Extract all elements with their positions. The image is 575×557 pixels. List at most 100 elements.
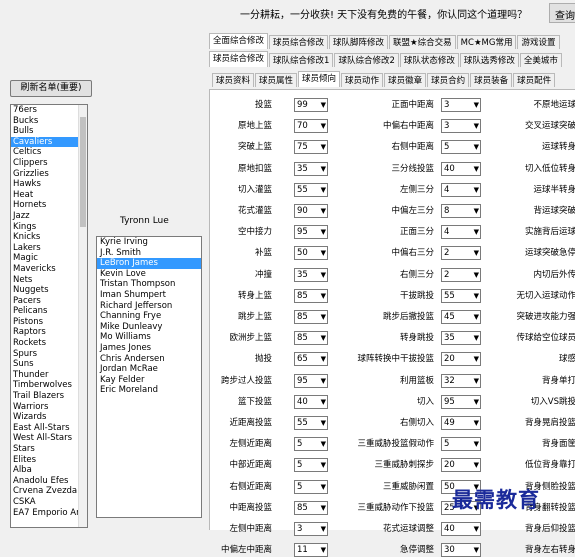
main-tab[interactable]: 游戏设置 (517, 35, 560, 49)
player-tab[interactable]: 球员配件 (513, 73, 556, 87)
sub-tab[interactable]: 全美城市 (519, 53, 562, 67)
sub-tab[interactable]: 球队选秀修改 (459, 53, 519, 67)
player-list-item[interactable]: J.R. Smith (97, 248, 201, 259)
team-list-item[interactable]: Thunder (11, 370, 87, 381)
main-tab[interactable]: MC★MG常用 (456, 35, 517, 49)
team-list-item[interactable]: East All-Stars (11, 423, 87, 434)
attr-value-select[interactable]: 5 ▼ (294, 437, 328, 452)
team-list-item[interactable]: Hawks (11, 179, 87, 190)
attr-value-select[interactable]: 20 ▼ (441, 458, 481, 473)
team-list-item[interactable]: EA7 Emporio Ar (11, 508, 87, 519)
attr-value-select[interactable]: 2 ▼ (441, 267, 481, 282)
attr-value-select[interactable]: 4 ▼ (441, 225, 481, 240)
attr-value-select[interactable]: 45 ▼ (441, 310, 481, 324)
attr-value-select[interactable]: 5 ▼ (294, 479, 328, 494)
attr-value-select[interactable]: 32 ▼ (441, 373, 481, 388)
attr-value-select[interactable]: 20 ▼ (441, 352, 481, 367)
attr-value-select[interactable]: 5 ▼ (441, 140, 481, 155)
player-tab[interactable]: 球员徽章 (384, 73, 427, 87)
attr-value-select[interactable]: 3 ▼ (294, 522, 328, 536)
team-list-item[interactable]: Grizzlies (11, 169, 87, 180)
attr-value-select[interactable]: 65 ▼ (294, 352, 328, 367)
team-list-item[interactable]: Lakers (11, 243, 87, 254)
team-list-item[interactable]: Suns (11, 359, 87, 370)
player-list-item[interactable]: Tristan Thompson (97, 279, 201, 290)
attr-value-select[interactable]: 30 ▼ (441, 543, 481, 557)
team-list-item[interactable]: Pistons (11, 317, 87, 328)
attr-value-select[interactable]: 3 ▼ (441, 119, 481, 134)
player-tab[interactable]: 球员倾向 (298, 71, 341, 87)
attr-value-select[interactable]: 3 ▼ (441, 98, 481, 112)
team-list-item[interactable]: Elites (11, 455, 87, 466)
attr-value-select[interactable]: 40 ▼ (441, 522, 481, 536)
player-list-item[interactable]: Mike Dunleavy (97, 322, 201, 333)
attr-value-select[interactable]: 99 ▼ (294, 98, 328, 112)
team-list-item[interactable]: Jazz (11, 211, 87, 222)
attr-value-select[interactable]: 55 ▼ (294, 182, 328, 197)
attr-value-select[interactable]: 4 ▼ (441, 182, 481, 197)
attr-value-select[interactable]: 55 ▼ (294, 416, 328, 430)
team-list-item[interactable]: Timberwolves (11, 380, 87, 391)
attr-value-select[interactable]: 11 ▼ (294, 543, 328, 557)
attr-value-select[interactable]: 49 ▼ (441, 416, 481, 430)
team-list-item[interactable]: Rockets (11, 338, 87, 349)
attr-value-select[interactable]: 8 ▼ (441, 204, 481, 218)
attr-value-select[interactable]: 5 ▼ (441, 437, 481, 452)
team-list-item[interactable]: Bucks (11, 116, 87, 127)
attr-value-select[interactable]: 85 ▼ (294, 331, 328, 346)
team-list-item[interactable]: Heat (11, 190, 87, 201)
refresh-roster-button[interactable]: 刷新名单(重要) (10, 80, 92, 97)
player-list[interactable]: Kyrie Irving J.R. Smith LeBron James Kevin … (96, 236, 202, 518)
sub-tab[interactable]: 球队综合修改1 (269, 53, 334, 67)
team-list[interactable]: 76ers Bucks Bulls Cavaliers Celtics Clippers G… (10, 104, 88, 528)
attr-value-select[interactable]: 5 ▼ (294, 458, 328, 473)
query-button[interactable]: 查询 (549, 3, 575, 23)
attr-value-select[interactable]: 95 ▼ (294, 225, 328, 240)
attr-value-select[interactable]: 70 ▼ (294, 119, 328, 134)
sub-tab[interactable]: 球员综合修改 (209, 51, 269, 67)
player-tab[interactable]: 球员合约 (427, 73, 470, 87)
main-tab[interactable]: 球队脚阵修改 (329, 35, 389, 49)
team-list-item[interactable]: Cavaliers (11, 136, 87, 148)
team-list-item[interactable]: Wizards (11, 412, 87, 423)
attr-value-select[interactable]: 55 ▼ (441, 288, 481, 303)
attr-value-select[interactable]: 75 ▼ (294, 140, 328, 155)
team-list-item[interactable]: Trail Blazers (11, 391, 87, 402)
team-list-item[interactable]: Nets (11, 275, 87, 286)
attr-value-select[interactable]: 85 ▼ (294, 288, 328, 303)
sub-tab[interactable]: 球队状态修改 (399, 53, 459, 67)
attr-value-select[interactable]: 35 ▼ (441, 331, 481, 346)
team-list-item[interactable]: Bulls (11, 126, 87, 137)
attr-value-select[interactable]: 95 ▼ (441, 394, 481, 409)
team-list-item[interactable]: Alba (11, 465, 87, 476)
attr-value-select[interactable]: 40 ▼ (294, 394, 328, 409)
team-list-scrollbar[interactable] (78, 105, 87, 527)
main-tab[interactable]: 全面综合修改 (209, 33, 269, 49)
team-list-item[interactable]: Anadolu Efes (11, 476, 87, 487)
team-list-item[interactable]: Raptors (11, 327, 87, 338)
team-list-item[interactable]: Nuggets (11, 285, 87, 296)
player-list-item[interactable]: Eric Moreland (97, 385, 201, 396)
team-list-item[interactable]: Spurs (11, 349, 87, 360)
team-list-item[interactable]: CSKA (11, 497, 87, 508)
player-tab[interactable]: 球员装备 (470, 73, 513, 87)
team-list-item[interactable]: Pelicans (11, 306, 87, 317)
player-list-item[interactable]: Kevin Love (97, 269, 201, 280)
player-list-item[interactable]: Channing Frye (97, 311, 201, 322)
team-list-item[interactable]: Mavericks (11, 264, 87, 275)
player-list-item[interactable]: Mo Williams (97, 332, 201, 343)
player-tab[interactable]: 球员属性 (255, 73, 298, 87)
team-list-item[interactable]: Hornets (11, 200, 87, 211)
player-list-item[interactable]: Kay Felder (97, 375, 201, 386)
main-tab[interactable]: 联盟★综合交易 (389, 35, 456, 49)
main-tab[interactable]: 球员综合修改 (269, 35, 329, 49)
player-list-item[interactable]: Jordan McRae (97, 364, 201, 375)
team-list-item[interactable]: West All-Stars (11, 433, 87, 444)
team-list-item[interactable]: Stars (11, 444, 87, 455)
player-list-item[interactable]: Richard Jefferson (97, 301, 201, 312)
player-list-item[interactable]: James Jones (97, 343, 201, 354)
sub-tab[interactable]: 球队综合修改2 (334, 53, 399, 67)
player-list-item[interactable]: LeBron James (97, 258, 201, 269)
attr-value-select[interactable]: 2 ▼ (441, 246, 481, 261)
attr-value-select[interactable]: 85 ▼ (294, 310, 328, 324)
